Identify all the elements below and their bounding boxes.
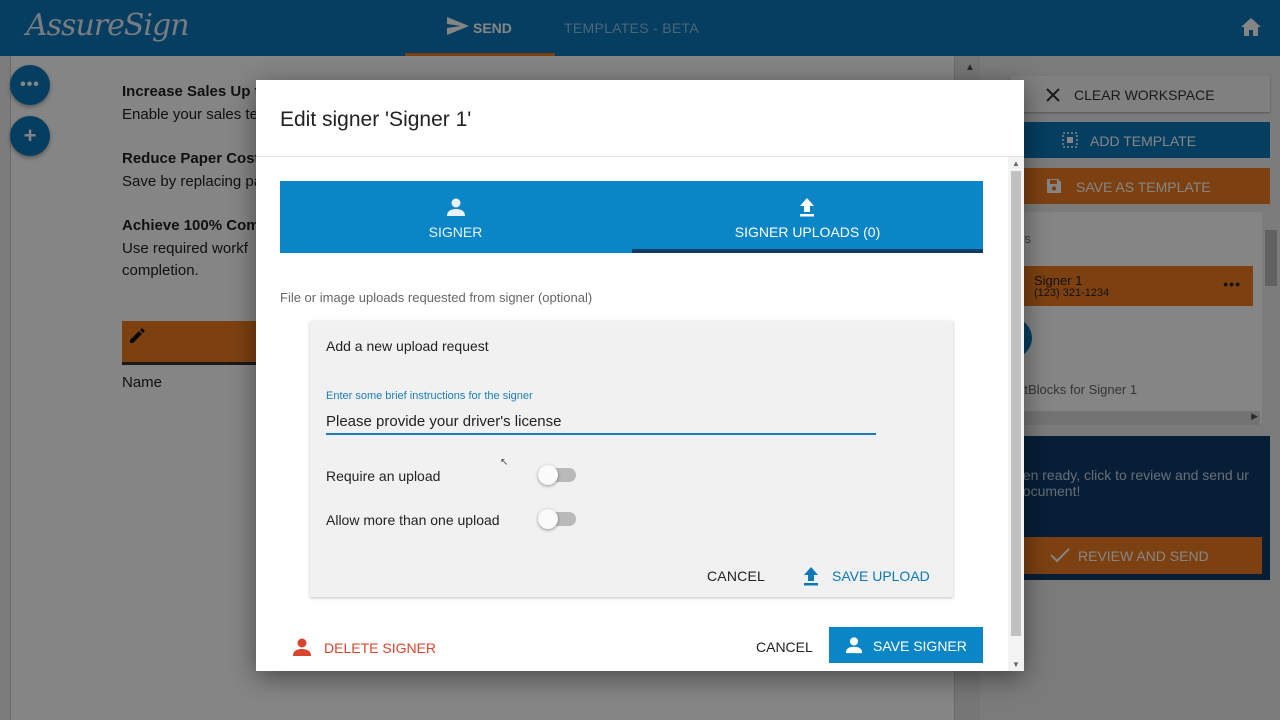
dialog-divider [256,156,1024,157]
instructions-input[interactable] [326,407,876,435]
cancel-dialog-button[interactable]: CANCEL [756,639,813,655]
person-icon [845,637,863,654]
allow-multiple-toggle[interactable] [538,509,576,529]
uploads-note: File or image uploads requested from sig… [280,290,593,305]
active-tab-indicator [632,249,983,253]
tab-signer-label: SIGNER [428,224,483,240]
person-icon [447,198,465,216]
dialog-scrollbar[interactable]: ▲ ▼ [1008,157,1024,671]
person-icon [293,638,311,656]
upload-request-title: Add a new upload request [326,338,489,354]
require-upload-label: Require an upload [326,468,441,484]
edit-signer-dialog: Edit signer 'Signer 1' ▲ ▼ SIGNER SIGNER … [256,80,1024,671]
require-upload-toggle[interactable] [538,465,576,485]
tab-signer-uploads-label: SIGNER UPLOADS (0) [734,224,881,240]
allow-multiple-label: Allow more than one upload [326,512,500,528]
upload-request-card: Add a new upload request Enter some brie… [310,321,953,597]
save-upload-button[interactable]: SAVE UPLOAD [802,564,932,588]
upload-icon [804,567,818,586]
upload-icon [800,198,814,217]
save-signer-label: SAVE SIGNER [873,638,967,654]
delete-signer-button[interactable]: DELETE SIGNER [292,636,452,660]
tab-signer-uploads[interactable]: SIGNER UPLOADS (0) [632,181,983,253]
delete-signer-label: DELETE SIGNER [324,640,437,656]
dialog-tabs: SIGNER SIGNER UPLOADS (0) [280,181,983,253]
instructions-field-label: Enter some brief instructions for the si… [326,390,533,402]
save-upload-label: SAVE UPLOAD [832,568,930,584]
dialog-title: Edit signer 'Signer 1' [280,108,472,131]
save-signer-button[interactable]: SAVE SIGNER [829,627,983,663]
tab-signer[interactable]: SIGNER [280,181,631,253]
cancel-upload-button[interactable]: CANCEL [707,568,765,584]
mouse-cursor-icon: ↖ [500,457,509,468]
